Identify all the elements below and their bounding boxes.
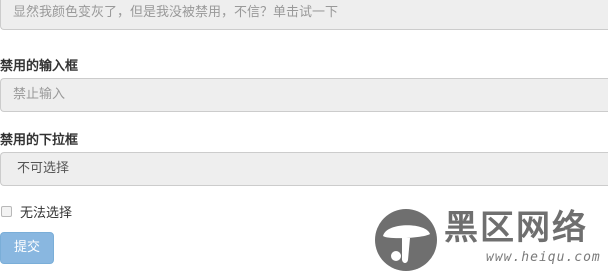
disabled-input-label: 禁用的输入框 [0, 59, 79, 74]
submit-button[interactable]: 提交 [0, 232, 54, 264]
watermark-title: 黑区网络 [444, 208, 588, 248]
disabled-checkbox[interactable] [1, 205, 12, 217]
disabled-select[interactable]: 不可选择 [0, 152, 608, 186]
disabled-text-field[interactable]: 显然我颜色变灰了，但是我没被禁用，不信？单击试一下 [0, 0, 608, 30]
mushroom-logo-icon [375, 209, 437, 271]
watermark-url: www.heiqu.com [486, 250, 601, 265]
disabled-checkbox-label: 无法选择 [20, 205, 73, 221]
disabled-select-label: 禁用的下拉框 [0, 133, 79, 148]
disabled-input[interactable]: 禁止输入 [0, 78, 608, 112]
disabled-form-page: 显然我颜色变灰了，但是我没被禁用，不信？单击试一下 禁用的输入框 禁止输入 禁用… [0, 0, 608, 274]
watermark: 黑区网络 www.heiqu.com [374, 200, 606, 272]
disabled-checkbox-row: 无法选择 [0, 201, 72, 221]
